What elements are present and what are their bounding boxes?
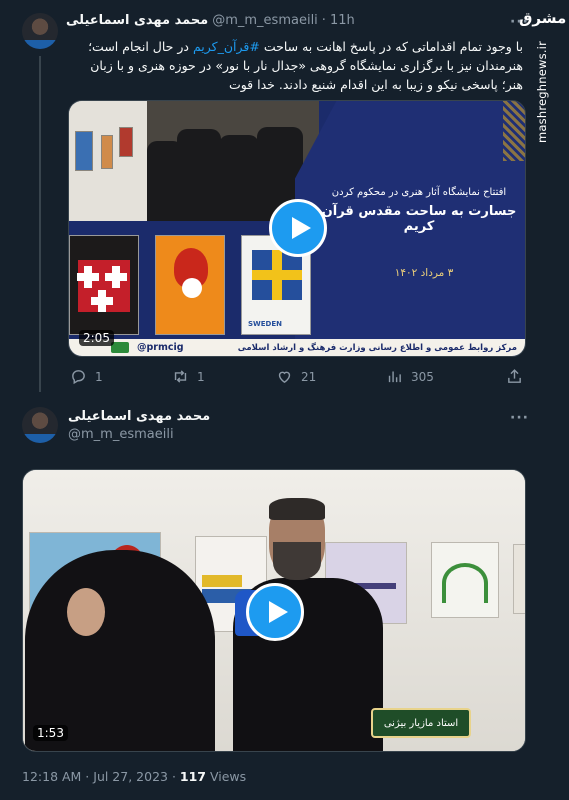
play-button[interactable] <box>269 199 327 257</box>
reply-icon <box>72 370 85 385</box>
tweet-actions: 1 1 21 305 <box>66 368 526 388</box>
caption-sign: استاد مازیار بیژنی <box>371 708 471 738</box>
views-icon <box>388 371 401 383</box>
video-lower-bar: @prmcig مرکز روابط عمومی و اطلاع رسانی و… <box>69 339 525 356</box>
video-title-line1: افتتاح نمایشگاه آثار هنری در محکوم کردن <box>331 187 507 198</box>
share-button[interactable] <box>506 368 523 385</box>
tweet-text: با وجود تمام اقداماتی که در پاسخ اهانت ب… <box>68 37 523 94</box>
reply-button[interactable]: 1 <box>70 368 103 385</box>
poster-crosses <box>69 235 139 335</box>
video-date: ۳ مرداد ۱۴۰۲ <box>394 267 454 279</box>
like-count: 21 <box>301 369 317 384</box>
hashtag-link[interactable]: #قرآن_کریم <box>193 39 260 54</box>
video-player-2[interactable]: استاد مازیار بیژنی 1:53 <box>22 469 526 752</box>
thread-connector <box>39 56 41 392</box>
views-count: 305 <box>411 369 434 384</box>
poster-text: SWEDEN <box>248 320 282 328</box>
avatar[interactable] <box>22 13 58 49</box>
tweet-text-part1: با وجود تمام اقداماتی که در پاسخ اهانت ب… <box>259 39 523 54</box>
author-handle[interactable]: @m_m_esmaeili <box>68 427 174 442</box>
more-icon[interactable]: ··· <box>510 14 529 30</box>
views-label: Views <box>206 769 247 784</box>
reply-count: 1 <box>95 369 103 384</box>
video-duration: 1:53 <box>33 725 68 741</box>
separator-dot: · <box>321 13 326 28</box>
video-duration: 2:05 <box>79 330 114 346</box>
like-button[interactable]: 21 <box>276 368 316 385</box>
retweet-icon <box>174 370 187 383</box>
artwork-frame <box>431 542 499 618</box>
channel-logo <box>111 342 129 353</box>
more-icon[interactable]: ··· <box>510 410 529 426</box>
channel-handle: @prmcig <box>137 342 184 353</box>
share-icon <box>508 369 521 383</box>
video-player-1[interactable]: افتتاح نمایشگاه آثار هنری در محکوم کردن … <box>68 100 526 357</box>
tweet-timestamp[interactable]: 12:18 AM · Jul 27, 2023 · <box>22 769 180 784</box>
play-icon <box>268 601 288 623</box>
video-title-line2: جسارت به ساحت مقدس قرآن کریم <box>321 204 517 234</box>
watermark-site: mashreghnews.ir <box>535 41 549 144</box>
author-name[interactable]: محمد مهدی اسماعیلی <box>68 409 210 424</box>
tweet-header: محمد مهدی اسماعیلی @m_m_esmaeili · 11h <box>66 13 519 28</box>
poster-fire <box>155 235 225 335</box>
interviewer <box>25 550 215 751</box>
tweet-metadata: 12:18 AM · Jul 27, 2023 · 117 Views <box>22 769 246 784</box>
decorative-pattern <box>503 101 525 161</box>
retweet-count: 1 <box>197 369 205 384</box>
artwork-frame <box>513 544 525 614</box>
views-button[interactable]: 305 <box>386 368 434 385</box>
views-total: 117 <box>179 769 206 784</box>
play-icon <box>291 217 311 239</box>
like-icon <box>278 371 291 384</box>
author-handle[interactable]: @m_m_esmaeili <box>212 13 318 28</box>
retweet-button[interactable]: 1 <box>172 368 205 385</box>
tweet-time[interactable]: 11h <box>330 13 355 28</box>
org-name: مرکز روابط عمومی و اطلاع رسانی وزارت فره… <box>237 342 517 353</box>
play-button[interactable] <box>246 583 304 641</box>
author-name[interactable]: محمد مهدی اسماعیلی <box>66 13 208 28</box>
avatar[interactable] <box>22 407 58 443</box>
